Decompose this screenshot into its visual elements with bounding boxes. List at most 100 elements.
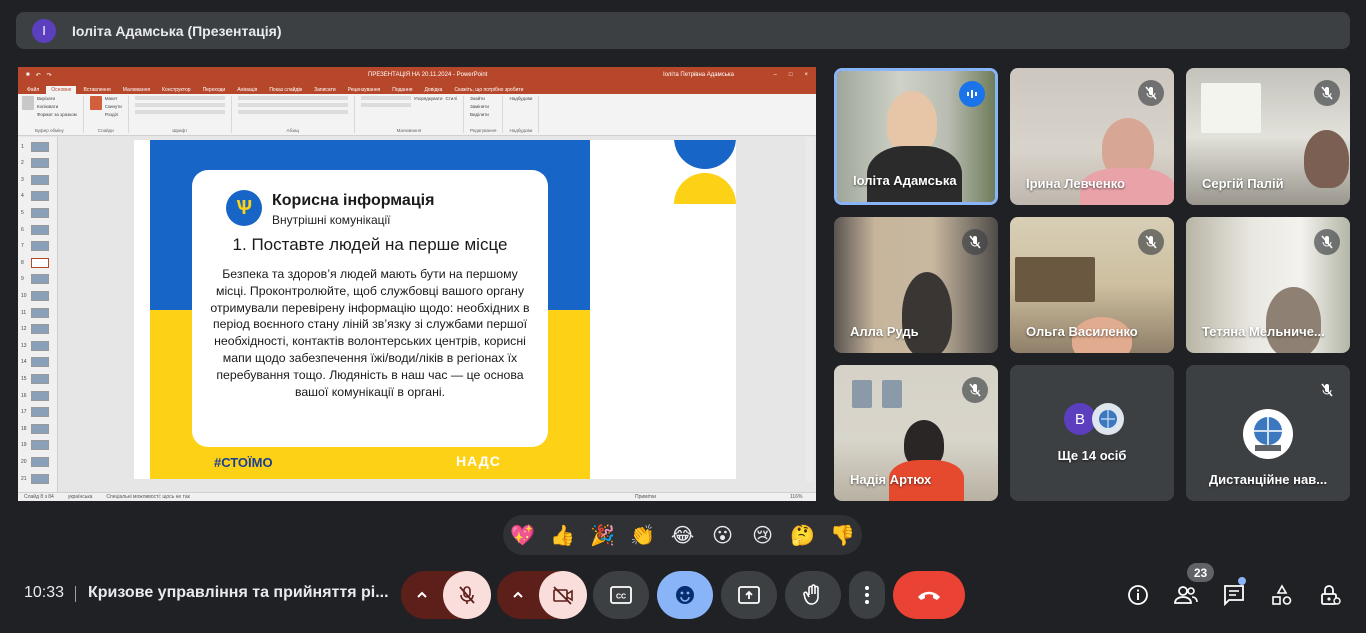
- accessibility-status[interactable]: Спеціальні можливості: щось не так: [106, 494, 189, 500]
- chat-button[interactable]: [1222, 583, 1246, 607]
- undo-icon[interactable]: ↶: [36, 72, 41, 79]
- paste-icon[interactable]: [22, 96, 34, 110]
- slide-thumbnail[interactable]: 14: [21, 355, 55, 370]
- slide-thumbnail[interactable]: 15: [21, 371, 55, 386]
- maximize-icon[interactable]: □: [789, 72, 793, 78]
- ppt-tab[interactable]: Рецензування: [343, 86, 386, 94]
- participant-tile[interactable]: Дистанційне нав...: [1186, 365, 1350, 501]
- window-controls[interactable]: – □ ×: [774, 72, 808, 78]
- reaction-surprised[interactable]: 😮: [709, 521, 737, 549]
- slide-thumbnail[interactable]: 12: [21, 322, 55, 337]
- info-button[interactable]: [1126, 583, 1150, 607]
- participant-tile[interactable]: Іоліта Адамська: [834, 68, 998, 205]
- reactions-button[interactable]: [657, 571, 713, 619]
- chevron-up-icon[interactable]: [497, 571, 539, 619]
- slide-thumbnail[interactable]: 8: [21, 255, 55, 270]
- slide-thumbnail[interactable]: 9: [21, 272, 55, 287]
- layout-button[interactable]: Макет: [105, 96, 122, 101]
- activities-button[interactable]: [1270, 583, 1294, 607]
- find-button[interactable]: Знайти: [470, 96, 489, 101]
- captions-button[interactable]: CC: [593, 571, 649, 619]
- paragraph-tools[interactable]: [237, 110, 348, 114]
- section-button[interactable]: Розділ: [105, 112, 122, 117]
- ppt-tab[interactable]: Довідка: [419, 86, 447, 94]
- shared-screen[interactable]: ■ ↶ ↷ ПРЕЗЕНТАЦІЯ НА 20.11.2024 - PowerP…: [18, 67, 816, 501]
- redo-icon[interactable]: ↷: [47, 72, 52, 79]
- addins-button[interactable]: Надбудови: [509, 96, 532, 101]
- reaction-thinking[interactable]: 🤔: [789, 521, 817, 549]
- slide-thumbnail[interactable]: 18: [21, 421, 55, 436]
- end-call-button[interactable]: [893, 571, 965, 619]
- participant-tile[interactable]: Тетяна Мельниче...: [1186, 217, 1350, 353]
- notes-button[interactable]: Примітки: [635, 494, 656, 500]
- ppt-tab[interactable]: Переходи: [198, 86, 231, 94]
- slide-thumbnail[interactable]: 19: [21, 438, 55, 453]
- font-formatting[interactable]: [134, 103, 225, 107]
- slide-thumbnail[interactable]: 21: [21, 471, 55, 486]
- participant-tile[interactable]: Надія Артюх: [834, 365, 998, 501]
- slide-thumbnail-pane[interactable]: 1 2 3 4 5 6 7 8 9 10 11 12 13 14 15 16 17 18 19 20 21: [18, 137, 58, 492]
- shapes-gallery[interactable]: [360, 103, 411, 107]
- reset-button[interactable]: Скинути: [105, 104, 122, 109]
- arrange-button[interactable]: Упорядкувати: [414, 96, 443, 107]
- font-color[interactable]: [134, 110, 225, 114]
- slide-thumbnail[interactable]: 3: [21, 172, 55, 187]
- ppt-tab[interactable]: Файл: [22, 86, 44, 94]
- people-button[interactable]: [1174, 583, 1198, 607]
- ppt-tab[interactable]: Малювання: [118, 86, 155, 94]
- reaction-sparkling-heart[interactable]: 💖: [509, 521, 537, 549]
- slide-thumbnail[interactable]: 7: [21, 239, 55, 254]
- ppt-tab[interactable]: Подання: [387, 86, 417, 94]
- slide-thumbnail[interactable]: 1: [21, 139, 55, 154]
- slide-canvas[interactable]: Ѱ Корисна інформація Внутрішні комунікац…: [134, 140, 736, 479]
- ppt-tab[interactable]: Конструктор: [157, 86, 196, 94]
- slide-thumbnail[interactable]: 4: [21, 189, 55, 204]
- shapes-gallery[interactable]: [360, 96, 411, 100]
- ppt-tab[interactable]: Записати: [309, 86, 341, 94]
- paragraph-tools[interactable]: [237, 103, 348, 107]
- ppt-tab-home[interactable]: Основне: [46, 86, 77, 94]
- select-button[interactable]: Виділити: [470, 112, 489, 117]
- replace-button[interactable]: Замінити: [470, 104, 489, 109]
- quick-styles-button[interactable]: Стилі: [446, 96, 457, 107]
- font-box[interactable]: [134, 96, 225, 100]
- minimize-icon[interactable]: –: [774, 72, 777, 78]
- copy-button[interactable]: Копіювати: [37, 104, 77, 109]
- format-painter-button[interactable]: Формат за зразком: [37, 112, 77, 117]
- new-slide-icon[interactable]: [89, 96, 102, 110]
- participant-tile[interactable]: Сергій Палій: [1186, 68, 1350, 205]
- slide-thumbnail[interactable]: 17: [21, 405, 55, 420]
- ppt-tab[interactable]: Вставлення: [78, 86, 115, 94]
- slide-thumbnail[interactable]: 16: [21, 388, 55, 403]
- reaction-thumbs-down[interactable]: 👎: [829, 521, 857, 549]
- cut-button[interactable]: Вирізати: [37, 96, 77, 101]
- mic-off-button[interactable]: [443, 571, 491, 619]
- slide-thumbnail[interactable]: 2: [21, 156, 55, 171]
- zoom-level[interactable]: 116%: [790, 494, 802, 500]
- participant-tile[interactable]: Алла Рудь: [834, 217, 998, 353]
- slide-thumbnail[interactable]: 6: [21, 222, 55, 237]
- slide-thumbnail[interactable]: 20: [21, 454, 55, 469]
- ppt-tell-me[interactable]: Скажіть, що потрібно зробити: [449, 86, 528, 94]
- slide-thumbnail[interactable]: 10: [21, 288, 55, 303]
- vertical-scrollbar[interactable]: [806, 137, 814, 482]
- slide-thumbnail[interactable]: 11: [21, 305, 55, 320]
- close-icon[interactable]: ×: [804, 72, 808, 78]
- reaction-sad[interactable]: 😢: [749, 521, 777, 549]
- host-controls-button[interactable]: [1318, 583, 1342, 607]
- paragraph-tools[interactable]: [237, 96, 348, 100]
- camera-off-button[interactable]: [539, 571, 587, 619]
- raise-hand-button[interactable]: [785, 571, 841, 619]
- quick-access-toolbar[interactable]: ■ ↶ ↷: [26, 72, 52, 79]
- save-icon[interactable]: ■: [26, 72, 30, 79]
- chevron-up-icon[interactable]: [401, 571, 443, 619]
- slide-thumbnail[interactable]: 13: [21, 338, 55, 353]
- reaction-clap[interactable]: 👏: [629, 521, 657, 549]
- participant-tile[interactable]: Ольга Василенко: [1010, 217, 1174, 353]
- ppt-tab[interactable]: Показ слайдів: [264, 86, 307, 94]
- more-options-button[interactable]: [849, 571, 885, 619]
- reaction-thumbs-up[interactable]: 👍: [549, 521, 577, 549]
- participant-tile[interactable]: Ірина Левченко: [1010, 68, 1174, 205]
- reaction-joy[interactable]: 😂: [669, 521, 697, 549]
- present-button[interactable]: [721, 571, 777, 619]
